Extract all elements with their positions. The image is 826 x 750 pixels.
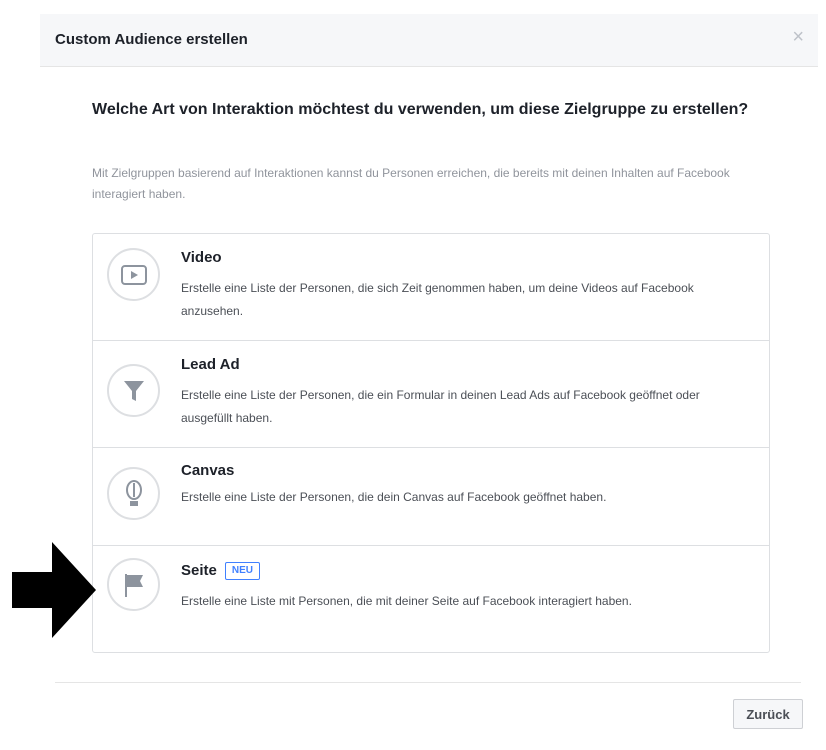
close-icon[interactable]: × xyxy=(792,27,804,47)
option-lead-ad[interactable]: Lead Ad Erstelle eine Liste der Personen… xyxy=(93,341,769,448)
dialog-title: Custom Audience erstellen xyxy=(55,31,248,48)
option-page[interactable]: Seite NEU Erstelle eine Liste mit Persone… xyxy=(93,546,769,652)
option-canvas[interactable]: Canvas Erstelle eine Liste der Personen,… xyxy=(93,448,769,546)
canvas-icon xyxy=(107,467,160,520)
option-title: Seite NEU xyxy=(181,562,260,580)
option-video[interactable]: Video Erstelle eine Liste der Personen, … xyxy=(93,234,769,341)
option-title-text: Seite xyxy=(181,562,217,579)
footer-divider xyxy=(55,682,801,683)
custom-audience-dialog: Custom Audience erstellen × Welche Art v… xyxy=(40,14,818,750)
option-title: Video xyxy=(181,249,222,266)
option-description: Erstelle eine Liste mit Personen, die mi… xyxy=(181,594,632,608)
funnel-icon xyxy=(107,364,160,417)
option-title: Lead Ad xyxy=(181,356,240,373)
back-button[interactable]: Zurück xyxy=(733,699,803,729)
video-play-icon xyxy=(107,248,160,301)
option-description: Erstelle eine Liste der Personen, die ei… xyxy=(181,388,700,425)
option-title: Canvas xyxy=(181,462,235,479)
arrow-right-icon xyxy=(12,542,96,643)
interaction-type-list: Video Erstelle eine Liste der Personen, … xyxy=(92,233,770,653)
new-badge: NEU xyxy=(224,562,260,580)
dialog-header: Custom Audience erstellen × xyxy=(40,14,818,67)
dialog-question: Welche Art von Interaktion möchtest du v… xyxy=(92,101,749,118)
option-description: Erstelle eine Liste der Personen, die de… xyxy=(181,490,607,504)
dialog-subtext: Mit Zielgruppen basierend auf Interaktio… xyxy=(92,166,730,201)
flag-icon xyxy=(107,558,160,611)
option-description: Erstelle eine Liste der Personen, die si… xyxy=(181,281,694,318)
